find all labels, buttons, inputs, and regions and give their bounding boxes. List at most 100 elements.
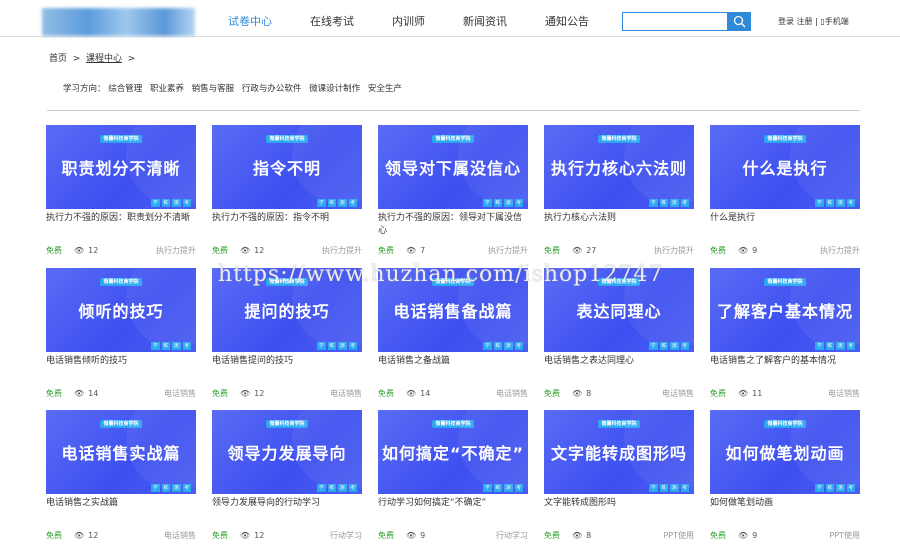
- course-title[interactable]: 如何做笔划动画: [710, 497, 860, 523]
- nav-online-exam[interactable]: 在线考试: [310, 13, 354, 29]
- course-category[interactable]: 执行力提升: [654, 245, 694, 256]
- course-cover[interactable]: 微蕾科技商学院 如何做笔划动画 学练测考: [710, 410, 860, 494]
- cover-tag: 学: [649, 341, 658, 350]
- cover-title: 如何搞定“不确定”: [381, 444, 525, 463]
- course-card[interactable]: 微蕾科技商学院 倾听的技巧 学练测考 电话销售倾听的技巧 免费 👁 14 电话销…: [46, 267, 196, 411]
- cover-tag: 测: [836, 484, 845, 492]
- nav-exam-center[interactable]: 试卷中心: [228, 13, 272, 29]
- course-cover[interactable]: 微蕾科技商学院 提问的技巧 学练测考: [212, 267, 362, 352]
- course-card[interactable]: 微蕾科技商学院 表达同理心 学练测考 电话销售之表达同理心 免费 👁 8 电话销…: [544, 267, 694, 411]
- course-title[interactable]: 电话销售之实战篇: [46, 497, 196, 523]
- course-title[interactable]: 执行力不强的原因：职责划分不清晰: [46, 212, 196, 238]
- course-title[interactable]: 电话销售提问的技巧: [212, 355, 362, 381]
- course-title[interactable]: 执行力不强的原因：领导对下属没信心: [378, 212, 528, 238]
- nav-news[interactable]: 新闻资讯: [463, 13, 507, 29]
- mobile-link[interactable]: 手机端: [825, 17, 849, 26]
- course-meta: 免费 👁 11 电话销售: [710, 388, 860, 399]
- course-title[interactable]: 电话销售倾听的技巧: [46, 355, 196, 381]
- course-card[interactable]: 微蕾科技商学院 职责划分不清晰 学练测考 执行力不强的原因：职责划分不清晰 免费…: [46, 125, 196, 268]
- course-title[interactable]: 执行力不强的原因：指令不明: [212, 212, 362, 238]
- filter-item[interactable]: 行政与办公软件: [242, 84, 302, 94]
- course-title[interactable]: 文字能转成图形吗: [544, 497, 694, 523]
- cover-tags: 学练测考: [317, 341, 357, 350]
- divider: |: [815, 17, 818, 26]
- cover-tag: 练: [327, 341, 336, 350]
- cover-tag: 练: [493, 341, 502, 350]
- course-cover[interactable]: 微蕾科技商学院 文字能转成图形吗 学练测考: [544, 410, 694, 494]
- course-cover[interactable]: 微蕾科技商学院 指令不明 学练测考: [212, 125, 362, 209]
- course-category[interactable]: 电话销售: [662, 388, 694, 399]
- price-badge: 免费: [46, 531, 62, 540]
- course-cover[interactable]: 微蕾科技商学院 职责划分不清晰 学练测考: [46, 125, 196, 209]
- user-links: 登录 注册 | ▯手机端: [778, 16, 849, 27]
- course-card[interactable]: 微蕾科技商学院 指令不明 学练测考 执行力不强的原因：指令不明 免费 👁 12 …: [212, 125, 362, 268]
- course-category[interactable]: 执行力提升: [820, 245, 860, 256]
- course-title[interactable]: 领导力发展导向的行动学习: [212, 497, 362, 523]
- course-card[interactable]: 微蕾科技商学院 电话销售备战篇 学练测考 电话销售之备战篇 免费 👁 14 电话…: [378, 267, 528, 411]
- course-card[interactable]: 微蕾科技商学院 执行力核心六法则 学练测考 执行力核心六法则 免费 👁 27 执…: [544, 125, 694, 268]
- course-cover[interactable]: 微蕾科技商学院 执行力核心六法则 学练测考: [544, 125, 694, 209]
- cover-brand: 微蕾科技商学院: [544, 277, 694, 286]
- course-category[interactable]: 执行力提升: [322, 245, 362, 256]
- cover-tag: 考: [846, 199, 855, 207]
- nav-trainer[interactable]: 内训师: [392, 13, 425, 29]
- search-input[interactable]: [622, 12, 728, 31]
- site-logo[interactable]: [42, 8, 195, 36]
- course-card[interactable]: 微蕾科技商学院 领导对下属没信心 学练测考 执行力不强的原因：领导对下属没信心 …: [378, 125, 528, 268]
- course-card[interactable]: 微蕾科技商学院 什么是执行 学练测考 什么是执行 免费 👁 9 执行力提升: [710, 125, 860, 268]
- course-title[interactable]: 电话销售之表达同理心: [544, 355, 694, 381]
- course-title[interactable]: 电话销售之备战篇: [378, 355, 528, 381]
- course-cover[interactable]: 微蕾科技商学院 电话销售备战篇 学练测考: [378, 267, 528, 352]
- nav-notice[interactable]: 通知公告: [545, 13, 589, 29]
- course-card[interactable]: 微蕾科技商学院 了解客户基本情况 学练测考 电话销售之了解客户的基本情况 免费 …: [710, 267, 860, 411]
- course-title[interactable]: 行动学习如何搞定“不确定”: [378, 497, 528, 523]
- course-category[interactable]: 电话销售: [164, 530, 196, 541]
- course-card[interactable]: 微蕾科技商学院 提问的技巧 学练测考 电话销售提问的技巧 免费 👁 12 电话销…: [212, 267, 362, 411]
- course-cover[interactable]: 微蕾科技商学院 如何搞定“不确定” 学练测考: [378, 410, 528, 494]
- course-category[interactable]: 执行力提升: [156, 245, 196, 256]
- course-cover[interactable]: 微蕾科技商学院 倾听的技巧 学练测考: [46, 267, 196, 352]
- view-count: 27: [586, 246, 597, 255]
- cover-tag: 学: [649, 484, 658, 492]
- filter-item[interactable]: 职业素养: [150, 84, 184, 94]
- course-category[interactable]: 行动学习: [330, 530, 362, 541]
- course-title[interactable]: 电话销售之了解客户的基本情况: [710, 355, 860, 381]
- cover-tags: 学练测考: [317, 199, 357, 207]
- course-title[interactable]: 执行力核心六法则: [544, 212, 694, 238]
- login-link[interactable]: 登录: [778, 17, 794, 26]
- breadcrumb-current[interactable]: 课程中心: [86, 54, 122, 64]
- filter-item[interactable]: 微课设计制作: [309, 84, 360, 94]
- eye-icon: 👁: [240, 531, 251, 540]
- course-cover[interactable]: 微蕾科技商学院 领导力发展导向 学练测考: [212, 410, 362, 494]
- filter-item[interactable]: 安全生产: [368, 84, 402, 94]
- course-card[interactable]: 微蕾科技商学院 领导力发展导向 学练测考 领导力发展导向的行动学习 免费 👁 1…: [212, 410, 362, 553]
- course-card[interactable]: 微蕾科技商学院 如何做笔划动画 学练测考 如何做笔划动画 免费 👁 9 PPT使…: [710, 410, 860, 553]
- course-card[interactable]: 微蕾科技商学院 文字能转成图形吗 学练测考 文字能转成图形吗 免费 👁 8 PP…: [544, 410, 694, 553]
- course-category[interactable]: 电话销售: [164, 388, 196, 399]
- search-button[interactable]: [728, 12, 751, 31]
- course-card[interactable]: 微蕾科技商学院 电话销售实战篇 学练测考 电话销售之实战篇 免费 👁 12 电话…: [46, 410, 196, 553]
- course-cover[interactable]: 微蕾科技商学院 表达同理心 学练测考: [544, 267, 694, 352]
- course-cover[interactable]: 微蕾科技商学院 了解客户基本情况 学练测考: [710, 267, 860, 352]
- breadcrumb-home[interactable]: 首页: [49, 54, 67, 64]
- course-category[interactable]: 电话销售: [330, 388, 362, 399]
- course-cover[interactable]: 微蕾科技商学院 什么是执行 学练测考: [710, 125, 860, 209]
- eye-icon: 👁: [240, 388, 251, 398]
- filter-item[interactable]: 综合管理: [108, 84, 142, 94]
- price-badge: 免费: [212, 388, 228, 398]
- cover-tag: 练: [327, 199, 336, 207]
- course-category[interactable]: PPT使用: [663, 530, 694, 541]
- cover-tag: 考: [348, 199, 357, 207]
- course-card[interactable]: 微蕾科技商学院 如何搞定“不确定” 学练测考 行动学习如何搞定“不确定” 免费 …: [378, 410, 528, 553]
- course-category[interactable]: 执行力提升: [488, 245, 528, 256]
- course-category[interactable]: 行动学习: [496, 530, 528, 541]
- course-title[interactable]: 什么是执行: [710, 212, 860, 238]
- cover-tag: 学: [151, 341, 160, 350]
- course-category[interactable]: 电话销售: [496, 388, 528, 399]
- course-category[interactable]: PPT使用: [829, 530, 860, 541]
- course-cover[interactable]: 微蕾科技商学院 领导对下属没信心 学练测考: [378, 125, 528, 209]
- filter-item[interactable]: 销售与客服: [192, 84, 235, 94]
- course-cover[interactable]: 微蕾科技商学院 电话销售实战篇 学练测考: [46, 410, 196, 494]
- register-link[interactable]: 注册: [797, 17, 813, 26]
- course-category[interactable]: 电话销售: [828, 388, 860, 399]
